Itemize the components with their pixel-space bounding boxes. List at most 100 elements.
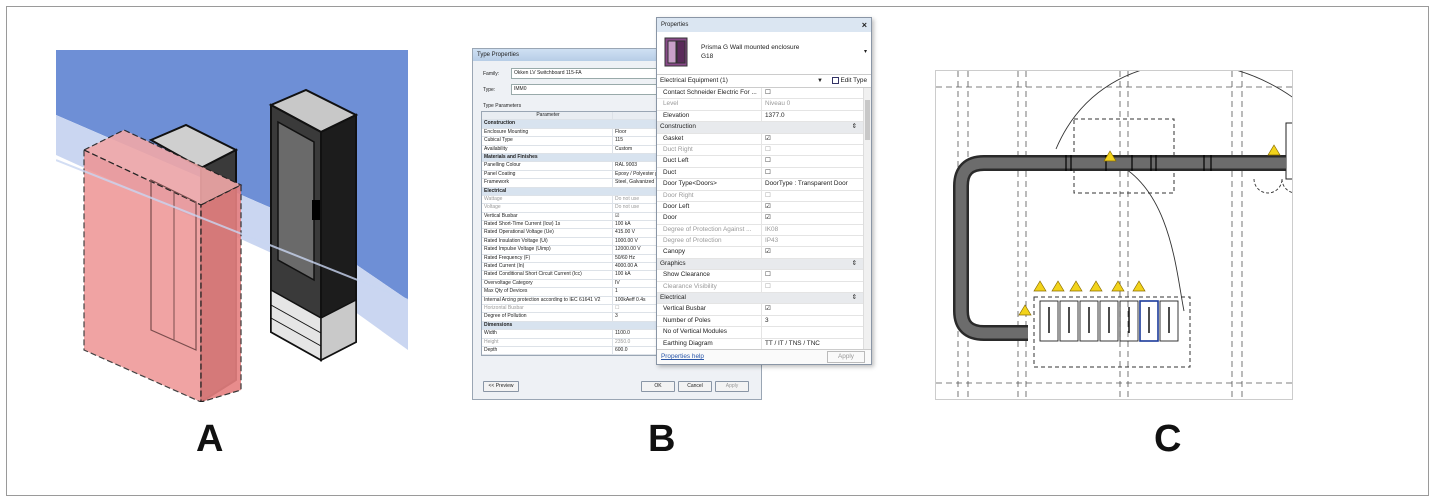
parameter-name: Earthing Diagram [663,339,713,347]
cancel-button[interactable]: Cancel [678,381,712,392]
collapse-toggle-icon[interactable]: ⇕ [852,259,863,269]
parameter-value[interactable]: 3 [761,315,863,327]
parameter-name: Rated Short-Time Current (Icw) 1s [484,221,561,228]
group-label: Graphics [660,259,686,267]
scrollbar-thumb[interactable] [865,100,870,140]
parameter-value: Niveau 0 [761,99,863,110]
parameter-group-header[interactable]: Construction ⇕ [657,122,863,134]
parameter-name: Door Type<Doors> [663,180,717,188]
collapse-toggle-icon[interactable]: ⇕ [852,293,863,303]
preview-button[interactable]: << Preview [483,381,519,392]
parameter-value: IP43 [761,236,863,247]
col-parameter: Parameter [536,112,560,118]
properties-help-link[interactable]: Properties help [661,353,704,360]
type-label: Type: [483,87,496,93]
parameter-name: Rated Frequency (F) [484,254,531,261]
parameter-name: Rated Operational Voltage (Ue) [484,229,554,236]
panel-a-3d-view [56,50,408,402]
parameter-row: Clearance Visibility ☐ [657,281,863,294]
parameter-row: Show Clearance ☐ [657,270,863,282]
parameter-row: Door Type<Doors> DoorType : Transparent D… [657,179,863,191]
properties-scrollbar[interactable] [863,88,871,354]
parameter-value: ☐ [761,190,863,201]
parameter-value: IK08 [761,224,863,236]
category-filter: Electrical Equipment (1) ▼ Edit Type [657,75,871,88]
parameter-name: Door Left [663,202,690,210]
parameter-group-header[interactable]: Electrical ⇕ [657,293,863,305]
parameter-row: Door Left ☑ [657,201,863,214]
group-label: Electrical [484,187,507,194]
parameter-row: Door Right ☐ [657,190,863,202]
parameter-name: Degree of Pollution [484,313,527,320]
family-label: Family: [483,71,500,77]
parameter-value[interactable]: TT / IT / TNS / TNC [761,338,863,349]
parameter-value[interactable]: ☑ [761,133,863,144]
parameter-value[interactable]: ☐ [761,270,863,281]
parameter-name: Enclosure Mounting [484,128,529,135]
family-select[interactable]: Okken LV Switchboard 115-FA [511,68,675,79]
family-name: Prisma G Wall mounted enclosure [701,44,800,51]
close-icon[interactable]: × [862,18,867,32]
parameter-name: Availability [484,145,508,152]
parameter-row: No of Vertical Modules [657,327,863,339]
apply-button[interactable]: Apply [715,381,749,392]
edit-type-button[interactable]: Edit Type [831,75,867,87]
parameter-name: Degree of Protection Against ... [663,225,752,233]
parameter-name: Voltage [484,204,501,211]
properties-palette: Properties × Prisma G Wall mounted enclo… [656,17,872,365]
type-select[interactable]: IMM0 [511,84,675,95]
dropdown-arrow-icon[interactable]: ▼ [817,75,823,87]
parameter-row: Level Niveau 0 [657,99,863,111]
parameter-value[interactable]: ☐ [761,88,863,99]
parameter-value: ☐ [761,281,863,293]
collapse-toggle-icon[interactable]: ⇕ [852,122,863,132]
parameter-value[interactable]: 1377.0 [761,110,863,122]
type-selector[interactable]: Prisma G Wall mounted enclosure G18 ▾ [657,32,871,75]
properties-apply-button[interactable]: Apply [827,351,865,363]
parameter-value[interactable] [761,327,863,338]
parameter-name: Overvoltage Category [484,279,533,286]
parameter-name: Vertical Busbar [663,305,706,313]
parameter-value[interactable]: DoorType : Transparent Door [761,179,863,190]
group-label: Construction [660,123,696,131]
parameter-name: Internal Arcing protection according to … [484,296,601,303]
parameter-value[interactable]: ☑ [761,247,863,258]
parameter-value[interactable]: ☑ [761,213,863,224]
parameter-row: Door ☑ [657,213,863,225]
panel-c-label: C [1154,418,1182,460]
parameter-value[interactable]: ☐ [761,156,863,167]
category-selector[interactable]: Electrical Equipment (1) [657,77,728,84]
properties-footer: Properties help Apply [657,349,871,364]
group-label: Electrical [660,294,686,302]
parameter-row: Elevation 1377.0 [657,110,863,123]
parameter-name: Rated Insulation Voltage (Ui) [484,237,548,244]
parameter-name: Max Qty of Devices [484,288,528,295]
parameter-row: Canopy ☑ [657,247,863,259]
parameter-row: Degree of Protection Against ... IK08 [657,224,863,237]
parameter-row: Vertical Busbar ☑ [657,304,863,316]
parameter-name: Show Clearance [663,271,710,279]
parameter-row: Duct Left ☐ [657,156,863,168]
parameter-name: Panel Coating [484,170,516,177]
ok-button[interactable]: OK [641,381,675,392]
edit-type-icon [831,76,839,84]
parameter-value[interactable]: ☐ [761,167,863,179]
parameter-name: Degree of Protection [663,237,722,245]
parameter-name: Duct [663,168,677,176]
parameter-row: Duct Right ☐ [657,144,863,157]
parameter-group-header[interactable]: Graphics ⇕ [657,258,863,271]
chevron-down-icon[interactable]: ▾ [864,48,867,55]
parameter-name: Number of Poles [663,316,711,324]
floor-plan-drawing [936,71,1292,399]
parameter-value[interactable]: ☑ [761,304,863,315]
parameter-name: Contact Schneider Electric For ... [663,89,757,96]
parameter-row: Degree of Protection IP43 [657,236,863,248]
enclosure-3d-render [56,50,408,402]
parameter-name: Canopy [663,248,686,256]
group-label: Dimensions [484,321,513,328]
parameter-value[interactable]: ☑ [761,201,863,213]
parameter-name: Width [484,330,497,337]
parameter-name: Level [663,100,679,108]
parameter-name: Depth [484,346,498,353]
parameter-name: Rated Conditional Short Circuit Current … [484,271,582,278]
